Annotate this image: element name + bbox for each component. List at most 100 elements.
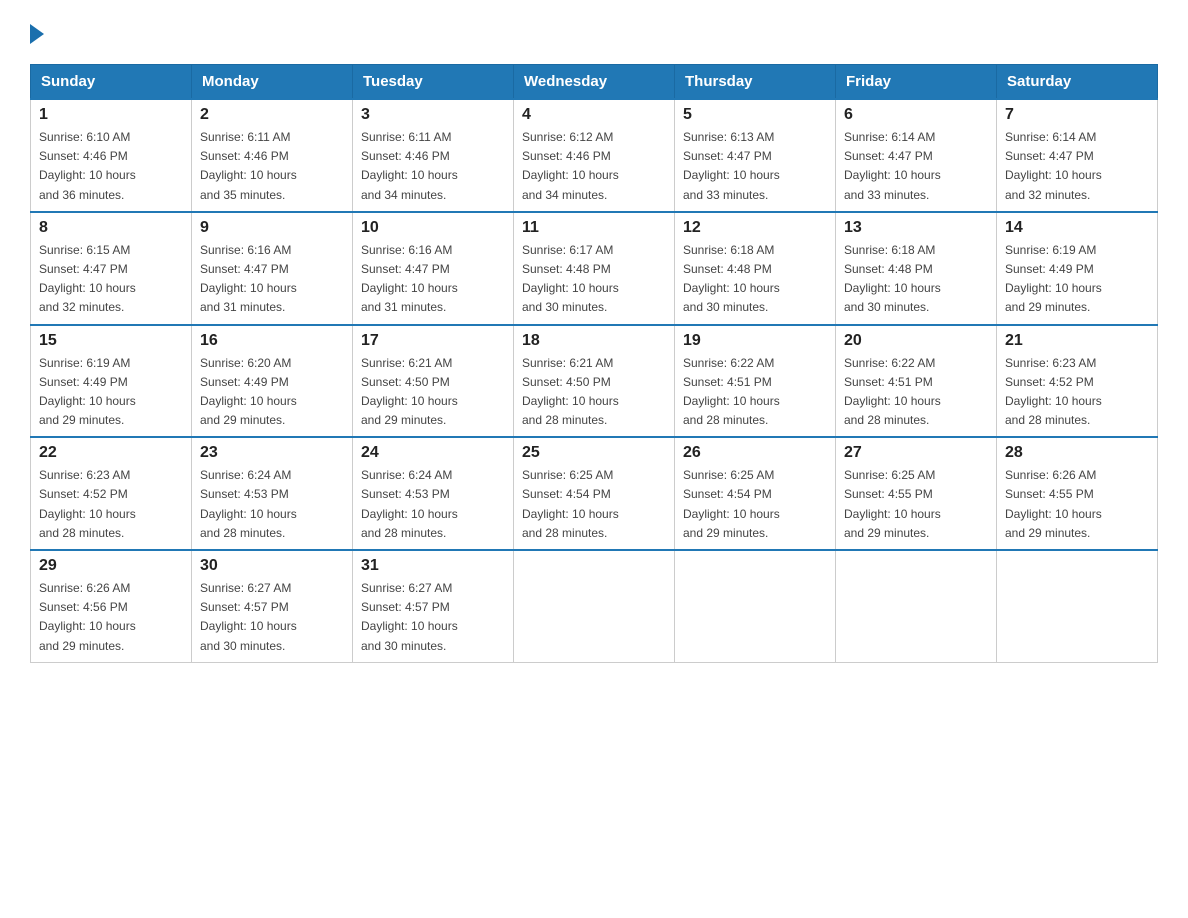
- calendar-cell: 22 Sunrise: 6:23 AMSunset: 4:52 PMDaylig…: [31, 437, 192, 550]
- calendar-cell: 11 Sunrise: 6:17 AMSunset: 4:48 PMDaylig…: [514, 212, 675, 325]
- day-info: Sunrise: 6:21 AMSunset: 4:50 PMDaylight:…: [522, 356, 619, 428]
- day-number: 24: [361, 444, 505, 462]
- day-number: 19: [683, 332, 827, 350]
- day-info: Sunrise: 6:19 AMSunset: 4:49 PMDaylight:…: [39, 356, 136, 428]
- day-info: Sunrise: 6:13 AMSunset: 4:47 PMDaylight:…: [683, 130, 780, 202]
- page-header: [30, 20, 1158, 44]
- day-info: Sunrise: 6:25 AMSunset: 4:54 PMDaylight:…: [522, 468, 619, 540]
- day-info: Sunrise: 6:14 AMSunset: 4:47 PMDaylight:…: [844, 130, 941, 202]
- calendar-header-sunday: Sunday: [31, 65, 192, 100]
- day-number: 5: [683, 106, 827, 124]
- day-info: Sunrise: 6:10 AMSunset: 4:46 PMDaylight:…: [39, 130, 136, 202]
- calendar-cell: 9 Sunrise: 6:16 AMSunset: 4:47 PMDayligh…: [192, 212, 353, 325]
- calendar-cell: 2 Sunrise: 6:11 AMSunset: 4:46 PMDayligh…: [192, 99, 353, 212]
- day-info: Sunrise: 6:26 AMSunset: 4:56 PMDaylight:…: [39, 581, 136, 653]
- calendar-header-row: SundayMondayTuesdayWednesdayThursdayFrid…: [31, 65, 1158, 100]
- calendar-week-5: 29 Sunrise: 6:26 AMSunset: 4:56 PMDaylig…: [31, 550, 1158, 662]
- day-info: Sunrise: 6:24 AMSunset: 4:53 PMDaylight:…: [361, 468, 458, 540]
- calendar-cell: 12 Sunrise: 6:18 AMSunset: 4:48 PMDaylig…: [675, 212, 836, 325]
- calendar-cell: 4 Sunrise: 6:12 AMSunset: 4:46 PMDayligh…: [514, 99, 675, 212]
- calendar-cell: 13 Sunrise: 6:18 AMSunset: 4:48 PMDaylig…: [836, 212, 997, 325]
- calendar-week-3: 15 Sunrise: 6:19 AMSunset: 4:49 PMDaylig…: [31, 325, 1158, 438]
- day-info: Sunrise: 6:27 AMSunset: 4:57 PMDaylight:…: [361, 581, 458, 653]
- calendar-cell: 27 Sunrise: 6:25 AMSunset: 4:55 PMDaylig…: [836, 437, 997, 550]
- calendar-cell: [836, 550, 997, 662]
- calendar-header-friday: Friday: [836, 65, 997, 100]
- day-info: Sunrise: 6:11 AMSunset: 4:46 PMDaylight:…: [361, 130, 458, 202]
- day-number: 17: [361, 332, 505, 350]
- day-number: 28: [1005, 444, 1149, 462]
- day-number: 7: [1005, 106, 1149, 124]
- calendar-header-saturday: Saturday: [997, 65, 1158, 100]
- calendar-header-tuesday: Tuesday: [353, 65, 514, 100]
- calendar-cell: [675, 550, 836, 662]
- day-info: Sunrise: 6:11 AMSunset: 4:46 PMDaylight:…: [200, 130, 297, 202]
- day-info: Sunrise: 6:23 AMSunset: 4:52 PMDaylight:…: [1005, 356, 1102, 428]
- day-info: Sunrise: 6:25 AMSunset: 4:54 PMDaylight:…: [683, 468, 780, 540]
- day-info: Sunrise: 6:18 AMSunset: 4:48 PMDaylight:…: [683, 243, 780, 315]
- calendar-cell: 31 Sunrise: 6:27 AMSunset: 4:57 PMDaylig…: [353, 550, 514, 662]
- calendar-cell: 3 Sunrise: 6:11 AMSunset: 4:46 PMDayligh…: [353, 99, 514, 212]
- day-number: 27: [844, 444, 988, 462]
- day-number: 21: [1005, 332, 1149, 350]
- day-number: 10: [361, 219, 505, 237]
- calendar-cell: 8 Sunrise: 6:15 AMSunset: 4:47 PMDayligh…: [31, 212, 192, 325]
- calendar-cell: 30 Sunrise: 6:27 AMSunset: 4:57 PMDaylig…: [192, 550, 353, 662]
- day-number: 13: [844, 219, 988, 237]
- day-info: Sunrise: 6:17 AMSunset: 4:48 PMDaylight:…: [522, 243, 619, 315]
- calendar-cell: [997, 550, 1158, 662]
- day-number: 20: [844, 332, 988, 350]
- calendar-cell: 25 Sunrise: 6:25 AMSunset: 4:54 PMDaylig…: [514, 437, 675, 550]
- day-number: 12: [683, 219, 827, 237]
- calendar-cell: 1 Sunrise: 6:10 AMSunset: 4:46 PMDayligh…: [31, 99, 192, 212]
- day-info: Sunrise: 6:20 AMSunset: 4:49 PMDaylight:…: [200, 356, 297, 428]
- calendar-cell: 23 Sunrise: 6:24 AMSunset: 4:53 PMDaylig…: [192, 437, 353, 550]
- day-info: Sunrise: 6:22 AMSunset: 4:51 PMDaylight:…: [844, 356, 941, 428]
- day-info: Sunrise: 6:25 AMSunset: 4:55 PMDaylight:…: [844, 468, 941, 540]
- day-info: Sunrise: 6:27 AMSunset: 4:57 PMDaylight:…: [200, 581, 297, 653]
- day-number: 1: [39, 106, 183, 124]
- day-number: 25: [522, 444, 666, 462]
- day-number: 16: [200, 332, 344, 350]
- calendar-cell: 15 Sunrise: 6:19 AMSunset: 4:49 PMDaylig…: [31, 325, 192, 438]
- calendar-cell: 24 Sunrise: 6:24 AMSunset: 4:53 PMDaylig…: [353, 437, 514, 550]
- calendar-cell: 29 Sunrise: 6:26 AMSunset: 4:56 PMDaylig…: [31, 550, 192, 662]
- calendar-cell: 6 Sunrise: 6:14 AMSunset: 4:47 PMDayligh…: [836, 99, 997, 212]
- day-number: 2: [200, 106, 344, 124]
- day-info: Sunrise: 6:23 AMSunset: 4:52 PMDaylight:…: [39, 468, 136, 540]
- day-info: Sunrise: 6:12 AMSunset: 4:46 PMDaylight:…: [522, 130, 619, 202]
- day-number: 15: [39, 332, 183, 350]
- day-number: 31: [361, 557, 505, 575]
- day-info: Sunrise: 6:24 AMSunset: 4:53 PMDaylight:…: [200, 468, 297, 540]
- day-info: Sunrise: 6:26 AMSunset: 4:55 PMDaylight:…: [1005, 468, 1102, 540]
- day-number: 26: [683, 444, 827, 462]
- day-number: 4: [522, 106, 666, 124]
- logo-arrow-icon: [30, 24, 44, 44]
- day-number: 8: [39, 219, 183, 237]
- calendar-cell: 21 Sunrise: 6:23 AMSunset: 4:52 PMDaylig…: [997, 325, 1158, 438]
- day-info: Sunrise: 6:16 AMSunset: 4:47 PMDaylight:…: [200, 243, 297, 315]
- calendar-cell: 10 Sunrise: 6:16 AMSunset: 4:47 PMDaylig…: [353, 212, 514, 325]
- day-info: Sunrise: 6:16 AMSunset: 4:47 PMDaylight:…: [361, 243, 458, 315]
- day-number: 30: [200, 557, 344, 575]
- day-info: Sunrise: 6:22 AMSunset: 4:51 PMDaylight:…: [683, 356, 780, 428]
- calendar-week-1: 1 Sunrise: 6:10 AMSunset: 4:46 PMDayligh…: [31, 99, 1158, 212]
- calendar-header-wednesday: Wednesday: [514, 65, 675, 100]
- day-number: 3: [361, 106, 505, 124]
- calendar-cell: 18 Sunrise: 6:21 AMSunset: 4:50 PMDaylig…: [514, 325, 675, 438]
- day-number: 9: [200, 219, 344, 237]
- calendar-cell: 14 Sunrise: 6:19 AMSunset: 4:49 PMDaylig…: [997, 212, 1158, 325]
- day-info: Sunrise: 6:18 AMSunset: 4:48 PMDaylight:…: [844, 243, 941, 315]
- calendar-header-monday: Monday: [192, 65, 353, 100]
- calendar-week-4: 22 Sunrise: 6:23 AMSunset: 4:52 PMDaylig…: [31, 437, 1158, 550]
- day-info: Sunrise: 6:15 AMSunset: 4:47 PMDaylight:…: [39, 243, 136, 315]
- calendar-cell: 5 Sunrise: 6:13 AMSunset: 4:47 PMDayligh…: [675, 99, 836, 212]
- day-number: 23: [200, 444, 344, 462]
- calendar-header-thursday: Thursday: [675, 65, 836, 100]
- day-number: 14: [1005, 219, 1149, 237]
- day-info: Sunrise: 6:21 AMSunset: 4:50 PMDaylight:…: [361, 356, 458, 428]
- calendar-cell: 26 Sunrise: 6:25 AMSunset: 4:54 PMDaylig…: [675, 437, 836, 550]
- calendar-week-2: 8 Sunrise: 6:15 AMSunset: 4:47 PMDayligh…: [31, 212, 1158, 325]
- calendar-cell: [514, 550, 675, 662]
- day-info: Sunrise: 6:19 AMSunset: 4:49 PMDaylight:…: [1005, 243, 1102, 315]
